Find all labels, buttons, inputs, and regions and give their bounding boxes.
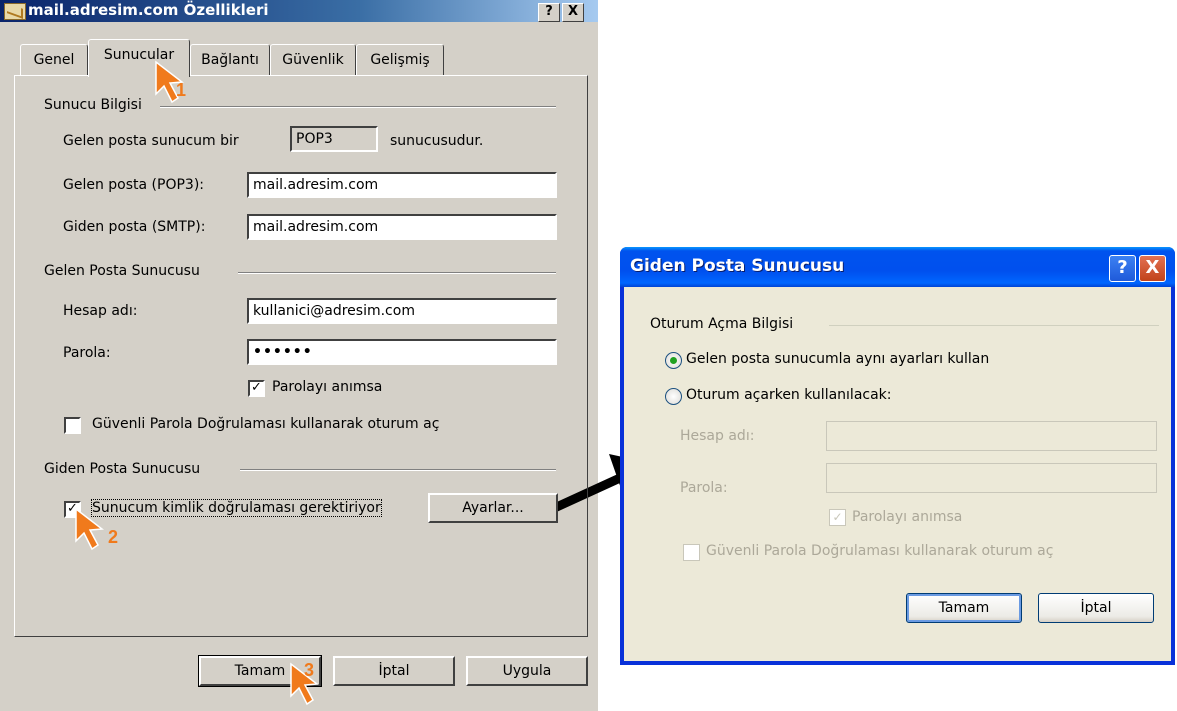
logon-group-label: Oturum Açma Bilgisi bbox=[650, 316, 794, 332]
title-bar: Giden Posta Sunucusu ? X bbox=[620, 247, 1175, 287]
ok-button[interactable]: Tamam bbox=[906, 593, 1022, 623]
custom-logon-radio[interactable] bbox=[665, 388, 682, 405]
spa-label: Güvenli Parola Doğrulaması kullanarak ot… bbox=[706, 543, 1054, 559]
tab-gelismis[interactable]: Gelişmiş bbox=[356, 44, 444, 75]
title-bar: mail.adresim.com Özellikleri ? X bbox=[0, 0, 598, 22]
account-label: Hesap adı: bbox=[63, 303, 138, 319]
password-label: Parola: bbox=[680, 480, 728, 496]
step-2-label: 2 bbox=[108, 527, 119, 547]
spa-checkbox[interactable] bbox=[683, 544, 700, 561]
group-divider bbox=[160, 106, 556, 108]
remember-password-label: Parolayı anımsa bbox=[852, 509, 963, 525]
dialog-body: Oturum Açma Bilgisi Gelen posta sunucuml… bbox=[624, 287, 1171, 661]
pop3-input[interactable]: mail.adresim.com bbox=[247, 172, 557, 198]
account-input[interactable]: kullanici@adresim.com bbox=[247, 298, 557, 324]
account-label: Hesap adı: bbox=[680, 428, 755, 444]
remember-password-checkbox[interactable]: ✓ bbox=[248, 380, 265, 397]
custom-logon-label: Oturum açarken kullanılacak: bbox=[686, 387, 892, 403]
apply-button[interactable]: Uygula bbox=[466, 656, 588, 686]
cancel-button[interactable]: İptal bbox=[1038, 593, 1154, 623]
incoming-type-suffix: sunucusudur. bbox=[390, 133, 484, 149]
close-button[interactable]: X bbox=[1139, 255, 1166, 282]
tab-genel[interactable]: Genel bbox=[20, 44, 88, 75]
close-button[interactable]: X bbox=[562, 3, 584, 22]
mail-account-icon bbox=[4, 3, 26, 20]
window-title: Giden Posta Sunucusu bbox=[630, 256, 845, 276]
tab-guvenlik[interactable]: Güvenlik bbox=[270, 44, 356, 75]
auth-required-label: Sunucum kimlik doğrulaması gerektiriyor bbox=[91, 499, 382, 517]
same-settings-radio[interactable] bbox=[665, 352, 682, 369]
group-divider bbox=[238, 272, 556, 274]
smtp-input[interactable]: mail.adresim.com bbox=[247, 214, 557, 240]
outgoing-group-label: Giden Posta Sunucusu bbox=[44, 461, 201, 477]
smtp-label: Giden posta (SMTP): bbox=[63, 219, 206, 235]
server-info-group-label: Sunucu Bilgisi bbox=[44, 97, 142, 113]
help-button[interactable]: ? bbox=[1109, 255, 1136, 282]
password-label: Parola: bbox=[63, 345, 111, 361]
outgoing-server-dialog: Giden Posta Sunucusu ? X Oturum Açma Bil… bbox=[620, 247, 1175, 665]
window-title: mail.adresim.com Özellikleri bbox=[28, 1, 269, 19]
group-divider bbox=[240, 469, 556, 471]
incoming-type-prefix: Gelen posta sunucum bir bbox=[63, 133, 239, 149]
remember-password-label: Parolayı anımsa bbox=[272, 379, 383, 395]
tab-baglanti[interactable]: Bağlantı bbox=[190, 44, 270, 75]
password-input[interactable] bbox=[826, 463, 1157, 493]
annotation-arrow-icon bbox=[75, 507, 104, 551]
settings-button[interactable]: Ayarlar... bbox=[428, 493, 558, 523]
incoming-group-label: Gelen Posta Sunucusu bbox=[44, 263, 200, 279]
step-3-label: 3 bbox=[304, 660, 315, 680]
same-settings-label: Gelen posta sunucumla aynı ayarları kull… bbox=[686, 351, 990, 367]
remember-password-checkbox[interactable]: ✓ bbox=[829, 509, 846, 526]
pop3-label: Gelen posta (POP3): bbox=[63, 177, 205, 193]
cancel-button[interactable]: İptal bbox=[333, 656, 455, 686]
password-input[interactable]: •••••• bbox=[247, 339, 557, 365]
help-button[interactable]: ? bbox=[538, 3, 560, 22]
spa-checkbox[interactable] bbox=[64, 417, 81, 434]
incoming-type-field: POP3 bbox=[290, 126, 378, 152]
account-input[interactable] bbox=[826, 421, 1157, 451]
step-1-label: 1 bbox=[176, 80, 187, 100]
spa-label: Güvenli Parola Doğrulaması kullanarak ot… bbox=[92, 416, 440, 432]
properties-dialog: mail.adresim.com Özellikleri ? X Genel S… bbox=[0, 0, 598, 711]
group-divider bbox=[829, 325, 1159, 326]
